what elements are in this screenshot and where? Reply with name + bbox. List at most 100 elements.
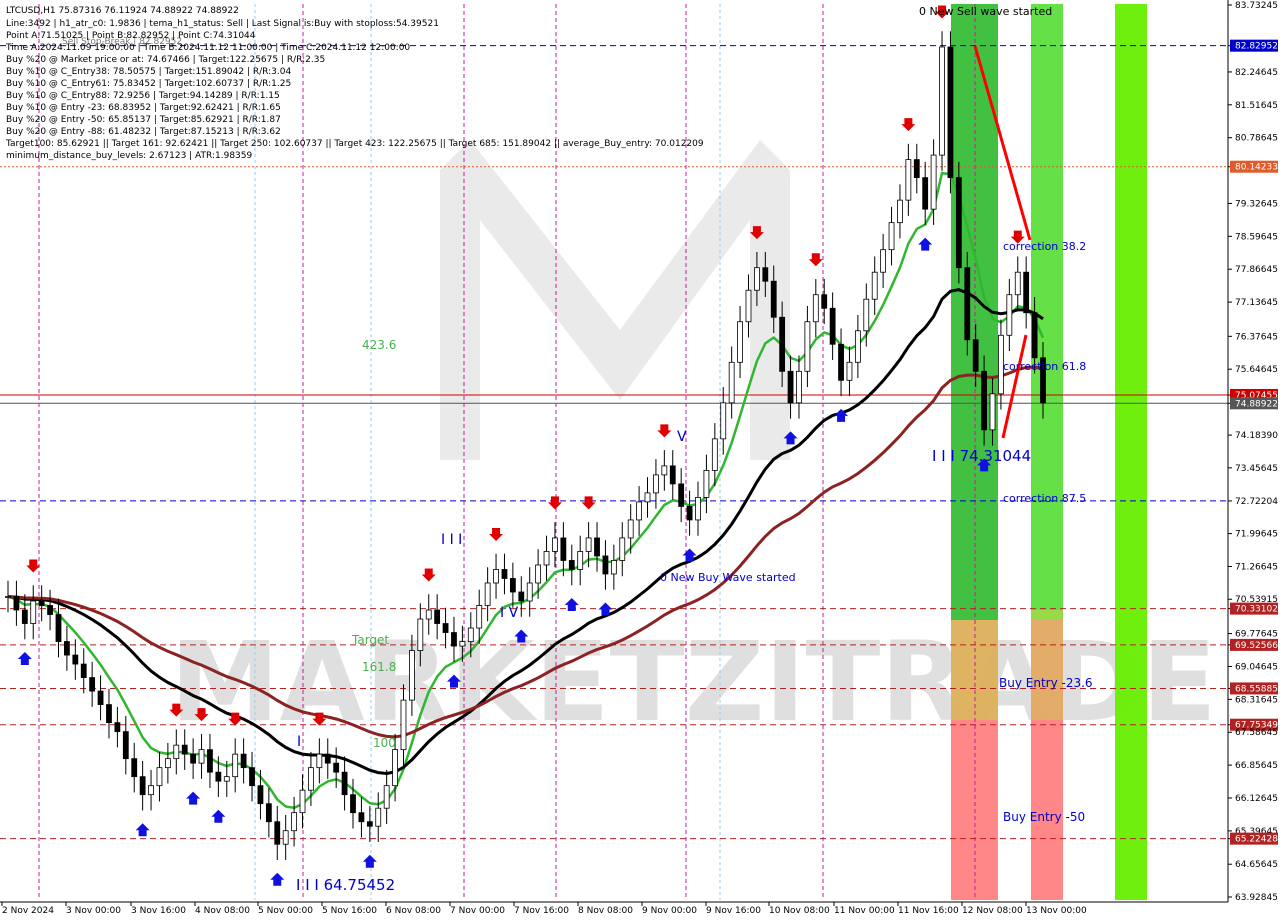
x-tick-label: 4 Nov 08:00	[195, 906, 250, 916]
candle-body	[913, 159, 920, 179]
candle-body	[552, 537, 558, 552]
annotation-target-161: 161.8	[362, 660, 396, 674]
symbol-line: LTCUSD,H1 75.87316 76.11924 74.88922 74.…	[6, 6, 239, 16]
candle-body	[535, 564, 542, 584]
candle-body	[568, 560, 575, 570]
candle-body	[880, 249, 887, 273]
candle-body	[854, 330, 861, 363]
candle-body	[526, 582, 533, 602]
candle-body	[30, 600, 37, 624]
candle-body	[972, 339, 979, 372]
candle-body	[265, 803, 272, 823]
x-tick-label: 2 Nov 2024	[2, 906, 54, 916]
annotation-target-100: 100	[373, 736, 396, 750]
candle-body	[409, 650, 415, 701]
candle-body	[392, 749, 398, 787]
candle-body	[434, 609, 441, 624]
candle-body	[400, 699, 407, 751]
candle-body	[114, 722, 121, 733]
candle-body	[89, 677, 96, 692]
candle-body	[80, 663, 87, 678]
candle-body	[299, 789, 306, 814]
y-tick-label: 75.64645	[1235, 365, 1278, 375]
candle-body	[745, 289, 752, 323]
candle-body	[930, 154, 937, 210]
candle-body	[215, 771, 222, 782]
candle-body	[324, 753, 331, 764]
x-tick-label: 10 Nov 08:00	[769, 906, 830, 916]
y-tick-label: 83.73245	[1235, 1, 1278, 11]
candle-body	[989, 393, 996, 431]
annotation-correction-38: correction 38.2	[1003, 240, 1086, 253]
candle-body	[501, 569, 508, 579]
candle-body	[610, 560, 617, 575]
candle-body	[1014, 271, 1021, 296]
annotation-target-423: 423.6	[362, 338, 396, 352]
candle-body	[459, 641, 466, 647]
candle-body	[257, 785, 264, 805]
candle-body	[139, 776, 146, 796]
annotation-wave-low-level: I I I 64.75452	[296, 876, 395, 894]
info-line: Target100: 85.62921 || Target 161: 92.62…	[5, 139, 704, 149]
annotation-wave-5: V	[677, 429, 687, 445]
candle-body	[619, 537, 626, 561]
candle-body	[838, 343, 844, 381]
candle-body	[821, 294, 828, 309]
candle-body	[47, 605, 53, 615]
candle-body	[754, 267, 760, 291]
candle-body	[939, 46, 945, 156]
y-tick-label: 74.88922	[1235, 399, 1278, 409]
info-line: Buy %10 @ C_Entry38: 78.50575 | Target:1…	[6, 67, 291, 77]
y-tick-label: 79.32645	[1235, 199, 1278, 209]
y-tick-label: 64.65645	[1235, 860, 1278, 870]
candle-body	[964, 267, 971, 341]
trading-chart[interactable]: MARKETZITRADE 0 New Sell wave started co…	[0, 0, 1280, 920]
candle-body	[240, 753, 247, 769]
annotation-target: Target	[351, 633, 389, 647]
y-tick-label: 82.82952	[1235, 42, 1278, 52]
candle-body	[375, 807, 382, 827]
candle-body	[678, 483, 685, 507]
candle-body	[804, 321, 811, 372]
candle-body	[13, 596, 20, 611]
y-tick-label: 71.99645	[1235, 530, 1278, 540]
y-tick-label: 71.26645	[1235, 562, 1278, 572]
candle-body	[383, 785, 390, 809]
candle-body	[796, 370, 802, 404]
candle-body	[897, 199, 903, 224]
candle-body	[594, 537, 600, 557]
info-line: Buy %20 @ Entry -50: 65.85137 | Target:8…	[6, 115, 281, 125]
candle-body	[417, 618, 424, 651]
y-axis: 83.73245 82.82952 82.24645 81.51645 80.78645…	[1228, 1, 1278, 903]
candle-body	[695, 497, 701, 521]
candle-body	[274, 821, 281, 845]
candle-body	[636, 501, 642, 521]
candle-body	[148, 785, 154, 796]
candle-body	[787, 370, 794, 404]
candle-body	[1031, 312, 1038, 359]
candle-body	[308, 767, 314, 791]
info-line: Point A:71.51025 | Point B:82.82952 | Po…	[6, 31, 256, 41]
annotation-wave-4: I V	[500, 605, 519, 621]
x-tick-label: 11 Nov 00:00	[834, 906, 895, 916]
candle-body	[644, 492, 651, 503]
candle-body	[484, 582, 491, 606]
candle-body	[728, 361, 735, 404]
candle-body	[425, 609, 432, 620]
annotation-buy-wave: 0 New Buy Wave started	[660, 571, 796, 584]
candle-body	[1006, 294, 1013, 336]
candle-body	[190, 753, 197, 764]
candle-body	[366, 821, 373, 827]
chart-canvas[interactable]: MARKETZITRADE 0 New Sell wave started co…	[0, 0, 1280, 920]
candle-body	[122, 731, 129, 760]
info-line: minimum_distance_buy_levels: 2.67123 | A…	[6, 151, 252, 161]
y-tick-label: 80.14233	[1235, 163, 1278, 173]
candle-body	[686, 506, 693, 521]
candle-body	[282, 830, 289, 845]
candle-body	[164, 758, 171, 769]
x-tick-label: 9 Nov 16:00	[706, 906, 761, 916]
y-tick-label: 65.22428	[1235, 835, 1278, 845]
candle-body	[703, 469, 710, 498]
candle-body	[543, 551, 550, 566]
candle-body	[720, 402, 727, 440]
